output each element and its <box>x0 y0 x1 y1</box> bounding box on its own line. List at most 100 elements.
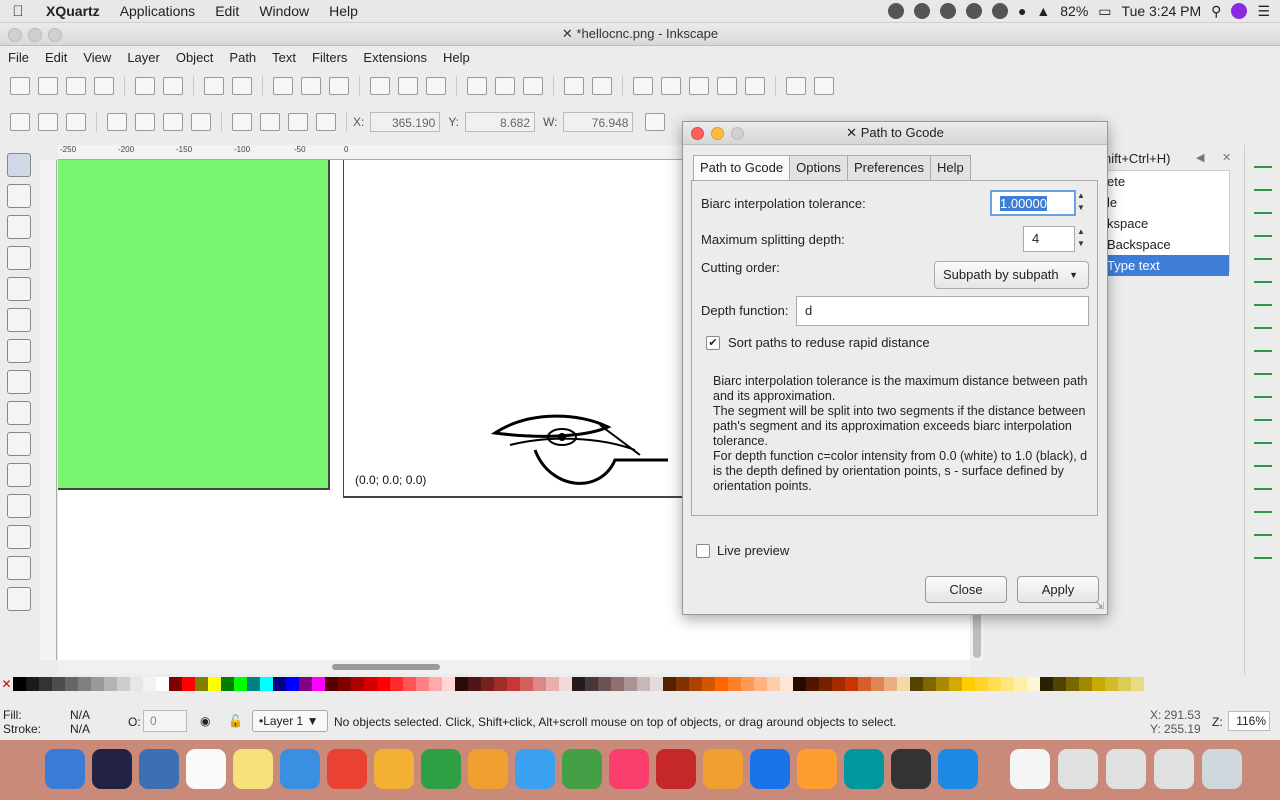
color-swatch[interactable] <box>572 677 585 691</box>
color-swatch[interactable] <box>546 677 559 691</box>
color-swatch[interactable] <box>793 677 806 691</box>
layers-icon[interactable] <box>689 77 709 95</box>
lower-bottom-icon[interactable] <box>232 113 252 131</box>
dock-app-icon[interactable] <box>1010 749 1050 789</box>
color-swatch[interactable] <box>494 677 507 691</box>
fill-stroke-icon[interactable] <box>633 77 653 95</box>
window-zoom-button[interactable] <box>48 28 62 42</box>
color-swatch[interactable] <box>390 677 403 691</box>
color-swatch[interactable] <box>1118 677 1131 691</box>
snap-icon[interactable] <box>1254 177 1272 191</box>
duplicate-icon[interactable] <box>467 77 487 95</box>
ellipse-tool-icon[interactable] <box>7 370 31 394</box>
dock-app-icon[interactable] <box>562 749 602 789</box>
tab-path-to-gcode[interactable]: Path to Gcode <box>693 155 791 181</box>
color-swatch[interactable] <box>845 677 858 691</box>
color-swatch[interactable] <box>286 677 299 691</box>
window-close-button[interactable] <box>8 28 22 42</box>
dock-app-icon[interactable] <box>797 749 837 789</box>
dock-app-icon[interactable] <box>938 749 978 789</box>
pen-tool-icon[interactable] <box>7 494 31 518</box>
eye-drawing[interactable] <box>490 405 670 495</box>
x-input[interactable]: 365.190 <box>370 112 441 132</box>
green-rectangle[interactable] <box>58 160 330 490</box>
siri-icon[interactable] <box>1231 3 1248 19</box>
opacity-input[interactable]: 0 <box>143 710 187 732</box>
ink-menu-file[interactable]: File <box>0 50 37 65</box>
status-icon[interactable] <box>887 3 904 19</box>
color-swatch[interactable] <box>533 677 546 691</box>
snap-icon[interactable] <box>1254 499 1272 513</box>
eye-toggle-icon[interactable]: ◉ <box>200 714 210 728</box>
color-swatch[interactable] <box>897 677 910 691</box>
lock-icon[interactable] <box>645 113 666 131</box>
dock-app-icon[interactable] <box>1202 749 1242 789</box>
align-distribute-icon[interactable] <box>745 77 765 95</box>
snap-icon[interactable] <box>1254 246 1272 260</box>
list-item[interactable]: Backspace <box>1101 234 1229 255</box>
preferences-icon[interactable] <box>814 77 834 95</box>
color-swatch[interactable] <box>1053 677 1066 691</box>
rectangle-tool-icon[interactable] <box>7 308 31 332</box>
color-swatch[interactable] <box>676 677 689 691</box>
color-swatch[interactable] <box>117 677 130 691</box>
color-swatch[interactable] <box>962 677 975 691</box>
color-swatch[interactable] <box>325 677 338 691</box>
color-swatch[interactable] <box>1040 677 1053 691</box>
snap-icon[interactable] <box>1254 269 1272 283</box>
color-swatch[interactable] <box>975 677 988 691</box>
dock-app-icon[interactable] <box>1154 749 1194 789</box>
color-swatch[interactable] <box>689 677 702 691</box>
pencil-tool-icon[interactable] <box>7 463 31 487</box>
ink-menu-object[interactable]: Object <box>168 50 222 65</box>
dock-app-icon[interactable] <box>656 749 696 789</box>
color-swatch[interactable] <box>364 677 377 691</box>
rotate-cw-icon[interactable] <box>135 113 155 131</box>
snap-icon[interactable] <box>1254 476 1272 490</box>
color-swatch[interactable] <box>1066 677 1079 691</box>
color-swatch[interactable] <box>351 677 364 691</box>
color-swatch[interactable] <box>182 677 195 691</box>
spray-tool-icon[interactable] <box>7 587 31 611</box>
import-icon[interactable] <box>135 77 155 95</box>
layer-lock-icon[interactable]: 🔓 <box>228 714 243 728</box>
color-swatch[interactable] <box>312 677 325 691</box>
stroke-value[interactable]: N/A <box>70 722 90 736</box>
horizontal-scrollbar[interactable] <box>58 660 970 674</box>
snap-icon[interactable] <box>1254 338 1272 352</box>
dock-app-icon[interactable] <box>92 749 132 789</box>
battery-icon[interactable]: ▭ <box>1098 3 1111 20</box>
color-swatch[interactable] <box>598 677 611 691</box>
horizontal-scroll-thumb[interactable] <box>332 664 440 670</box>
snap-icon[interactable] <box>1254 430 1272 444</box>
raise-icon[interactable] <box>288 113 308 131</box>
color-swatch[interactable] <box>1079 677 1092 691</box>
dock-app-icon[interactable] <box>703 749 743 789</box>
color-swatch[interactable] <box>442 677 455 691</box>
depth-function-input[interactable]: d <box>796 296 1089 326</box>
tab-preferences[interactable]: Preferences <box>846 155 932 180</box>
color-swatch[interactable] <box>832 677 845 691</box>
biarc-stepper[interactable]: ▲ ▼ <box>1074 190 1088 216</box>
color-swatch[interactable] <box>299 677 312 691</box>
snap-icon[interactable] <box>1254 292 1272 306</box>
undo-icon[interactable] <box>204 77 224 95</box>
color-swatch[interactable] <box>195 677 208 691</box>
color-swatch[interactable] <box>559 677 572 691</box>
battery-percent[interactable]: 82% <box>1060 3 1088 19</box>
new-document-icon[interactable] <box>10 77 30 95</box>
export-icon[interactable] <box>163 77 183 95</box>
snap-icon[interactable] <box>1254 453 1272 467</box>
zoom-input[interactable]: 116% <box>1228 711 1270 731</box>
color-swatch[interactable] <box>1105 677 1118 691</box>
print-icon[interactable] <box>94 77 114 95</box>
3d-box-tool-icon[interactable] <box>7 339 31 363</box>
status-icon[interactable] <box>991 3 1008 19</box>
document-properties-icon[interactable] <box>786 77 806 95</box>
cutting-order-select[interactable]: Subpath by subpath ▼ <box>934 261 1089 289</box>
color-swatch[interactable] <box>728 677 741 691</box>
ungroup-icon[interactable] <box>592 77 612 95</box>
dock-app-icon[interactable] <box>374 749 414 789</box>
snap-icon[interactable] <box>1254 407 1272 421</box>
snap-icon[interactable] <box>1254 223 1272 237</box>
